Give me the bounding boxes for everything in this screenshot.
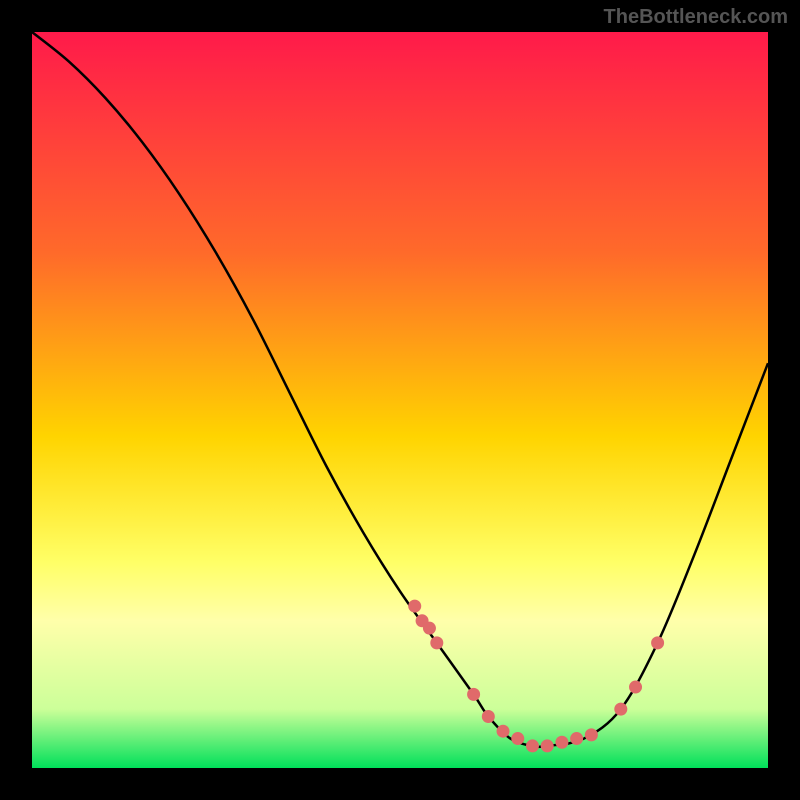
marker-point (467, 688, 480, 701)
marker-point (408, 600, 421, 613)
marker-point (430, 636, 443, 649)
marker-point (629, 681, 642, 694)
watermark-text: TheBottleneck.com (604, 6, 788, 29)
marker-point (614, 703, 627, 716)
marker-point (511, 732, 524, 745)
marker-point (585, 728, 598, 741)
marker-point (482, 710, 495, 723)
marker-point (423, 622, 436, 635)
marker-point (497, 725, 510, 738)
marker-point (541, 739, 554, 752)
marker-point (651, 636, 664, 649)
marker-point (555, 736, 568, 749)
marker-point (570, 732, 583, 745)
marker-point (526, 739, 539, 752)
bottleneck-chart (32, 32, 768, 768)
